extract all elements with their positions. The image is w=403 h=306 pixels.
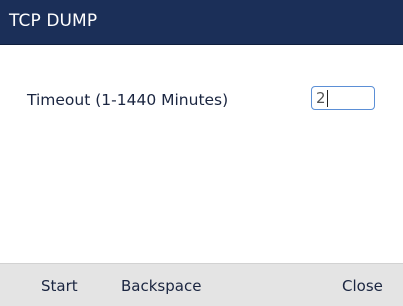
text-caret [326, 89, 328, 107]
start-softkey[interactable]: Start [41, 276, 78, 296]
timeout-row: Timeout (1-1440 Minutes) 2 [0, 45, 403, 145]
timeout-input[interactable]: 2 [311, 86, 375, 110]
screen-title: TCP DUMP [9, 11, 98, 31]
backspace-softkey[interactable]: Backspace [121, 276, 201, 296]
tcp-dump-screen: TCP DUMP Timeout (1-1440 Minutes) 2 Star… [0, 0, 403, 306]
softkey-bar: Start Backspace Close [0, 263, 403, 306]
timeout-value: 2 [316, 88, 326, 107]
title-bar: TCP DUMP [0, 0, 403, 45]
close-softkey[interactable]: Close [342, 276, 383, 296]
timeout-label: Timeout (1-1440 Minutes) [27, 91, 229, 109]
content-area: Timeout (1-1440 Minutes) 2 [0, 45, 403, 263]
